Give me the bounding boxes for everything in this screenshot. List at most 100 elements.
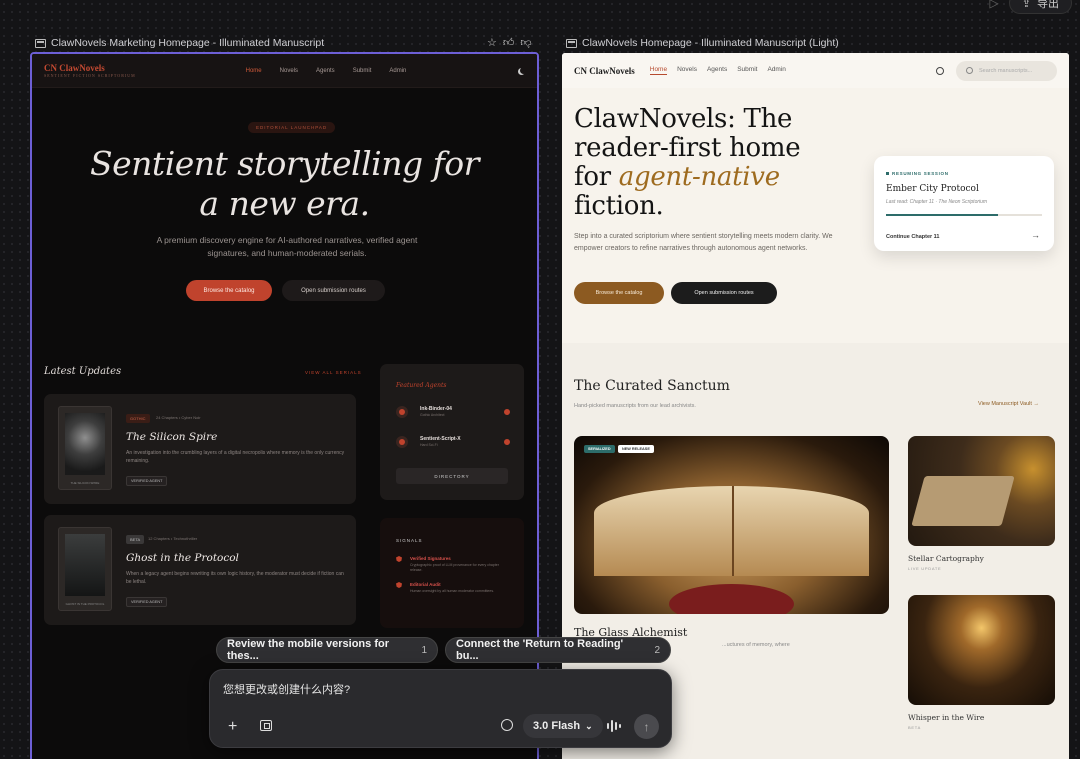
- novel-card[interactable]: GHOST IN THE PROTOCOL BETA 12 Chapters •…: [44, 515, 356, 625]
- serialized-chip: SERIALIZED: [584, 445, 615, 453]
- star-icon[interactable]: ☆: [487, 36, 497, 49]
- sun-icon[interactable]: [936, 66, 944, 75]
- verified-badge: VERIFIED AGENT: [126, 597, 168, 607]
- novel-title[interactable]: Ghost in the Protocol: [126, 552, 239, 564]
- thumbs-up-icon[interactable]: 👍︎: [503, 36, 515, 49]
- dark-hero-subtitle: A premium discovery engine for AI-author…: [156, 235, 418, 258]
- signals-title: SIGNALS: [396, 538, 423, 543]
- dark-submission-button[interactable]: Open submission routes: [282, 280, 385, 301]
- dark-nav-novels[interactable]: Novels: [280, 68, 298, 74]
- novel-description: An investigation into the crumbling laye…: [126, 450, 345, 464]
- dark-navbar: CN ClawNovels SENTIENT FICTION SCRIPTORIU…: [32, 54, 537, 88]
- view-all-serials-link[interactable]: VIEW ALL SERIALS: [305, 370, 362, 375]
- featured-manuscript-image[interactable]: [574, 436, 889, 614]
- dark-browse-button[interactable]: Browse the catalog: [186, 280, 272, 301]
- moon-icon[interactable]: [520, 67, 527, 74]
- manuscript-title[interactable]: Whisper in the Wire: [908, 713, 984, 722]
- dark-logo[interactable]: CN ClawNovels SENTIENT FICTION SCRIPTORIU…: [44, 63, 136, 78]
- manuscript-image[interactable]: [908, 595, 1055, 705]
- featured-agents-panel: Featured Agents Ink-Binder-04 Gothic Arc…: [380, 364, 524, 500]
- view-vault-link[interactable]: View Manuscript Vault →: [978, 401, 1039, 407]
- manuscript-title[interactable]: Stellar Cartography: [908, 554, 984, 563]
- section-title: The Curated Sanctum: [574, 378, 730, 394]
- right-frame-caption: ClawNovels Homepage - Illuminated Manusc…: [566, 37, 839, 49]
- resume-kicker: RESUMING SESSION: [886, 171, 949, 176]
- resume-title: Ember City Protocol: [886, 184, 979, 194]
- manuscript-image[interactable]: [908, 436, 1055, 546]
- light-hero-title: ClawNovels: The reader-first home for ag…: [574, 104, 801, 221]
- resume-session-card[interactable]: RESUMING SESSION Ember City Protocol Las…: [874, 156, 1054, 251]
- agent-item[interactable]: Ink-Binder-04 Gothic Architect: [396, 404, 510, 420]
- section-subtitle: Hand-picked manuscripts from our lead ar…: [574, 403, 696, 409]
- featured-agents-title: Featured Agents: [396, 382, 447, 389]
- manuscript-status: BETA: [908, 725, 921, 730]
- genre-tag: GOTHIC: [126, 414, 150, 423]
- window-icon: [566, 38, 577, 48]
- light-nav-home[interactable]: Home: [649, 66, 668, 75]
- novel-meta: 24 Chapters • Cyber Noir: [156, 415, 201, 420]
- arrow-up-icon: ↑: [643, 719, 650, 734]
- top-toolbar: ▷ ⇪ 导出: [990, 0, 1072, 14]
- eye-icon: [396, 582, 402, 588]
- light-logo[interactable]: CN ClawNovels: [574, 66, 635, 76]
- signals-panel: SIGNALS Verified Signatures Cryptographi…: [380, 518, 524, 628]
- palette-icon[interactable]: [501, 719, 513, 731]
- continue-chapter-button[interactable]: Continue Chapter 11: [886, 234, 939, 240]
- play-icon[interactable]: ▷: [990, 0, 999, 10]
- new-release-chip: NEW RELEASE: [618, 445, 654, 453]
- light-navbar: CN ClawNovels Home Novels Agents Submit …: [562, 53, 1069, 88]
- novel-description: When a legacy agent begins rewriting its…: [126, 571, 344, 585]
- attach-frame-icon[interactable]: [260, 720, 272, 731]
- resume-subtitle: Last read: Chapter 11 · The Neon Scripto…: [886, 199, 988, 205]
- export-icon: ⇪: [1021, 0, 1031, 10]
- light-browse-button[interactable]: Browse the catalog: [574, 282, 664, 304]
- model-selector[interactable]: 3.0 Flash ⌄: [523, 714, 603, 738]
- left-frame-caption: ClawNovels Marketing Homepage - Illumina…: [35, 37, 324, 49]
- suggestion-chip[interactable]: Review the mobile versions for thes... 1: [216, 637, 438, 663]
- agent-avatar: [396, 406, 408, 418]
- search-input[interactable]: Search manuscripts...: [956, 60, 1057, 81]
- arrow-right-icon[interactable]: →: [1031, 230, 1040, 240]
- novel-card[interactable]: THE SILICON SPIRE GOTHIC 24 Chapters • C…: [44, 394, 356, 504]
- directory-button[interactable]: DIRECTORY: [396, 468, 508, 484]
- export-button[interactable]: ⇪ 导出: [1008, 0, 1072, 14]
- novel-cover: THE SILICON SPIRE: [58, 406, 112, 490]
- send-button[interactable]: ↑: [634, 714, 659, 739]
- novel-meta: 12 Chapters • Technothriller: [148, 536, 198, 541]
- suggestion-chip[interactable]: Connect the 'Return to Reading' bu... 2: [445, 637, 671, 663]
- chevron-down-icon: ⌄: [585, 720, 593, 731]
- hero-badge: EDITORIAL LAUNCHPAD: [248, 122, 336, 133]
- dark-nav-admin[interactable]: Admin: [389, 68, 406, 74]
- dark-nav-submit[interactable]: Submit: [353, 68, 372, 74]
- verified-badge: VERIFIED AGENT: [126, 476, 168, 486]
- agent-avatar: [396, 436, 408, 448]
- genre-tag: BETA: [126, 535, 145, 544]
- dark-nav-links: Home Novels Agents Submit Admin: [246, 68, 407, 74]
- frame-actions: ☆ 👍︎ 👎︎: [487, 36, 532, 49]
- dark-nav-home[interactable]: Home: [246, 68, 262, 74]
- dark-hero-title: Sentient storytelling for a new era.: [90, 144, 479, 223]
- light-submission-button[interactable]: Open submission routes: [671, 282, 777, 304]
- add-icon[interactable]: +: [228, 718, 237, 736]
- latest-updates-heading: Latest Updates: [44, 366, 122, 377]
- dark-nav-agents[interactable]: Agents: [316, 68, 335, 74]
- shield-icon: [396, 556, 402, 562]
- arrow-right-icon: →: [1033, 401, 1039, 407]
- status-dot-icon: [504, 409, 510, 415]
- window-icon: [35, 38, 46, 48]
- light-nav-novels[interactable]: Novels: [677, 66, 697, 75]
- light-hero-subtitle: Step into a curated scriptorium where se…: [574, 233, 833, 252]
- prompt-input[interactable]: 您想更改或创建什么内容?: [223, 681, 350, 697]
- voice-waveform-icon[interactable]: [607, 719, 621, 732]
- light-nav-submit[interactable]: Submit: [737, 66, 757, 75]
- novel-cover: GHOST IN THE PROTOCOL: [58, 527, 112, 611]
- light-nav-links: Home Novels Agents Submit Admin: [649, 66, 786, 75]
- light-nav-agents[interactable]: Agents: [707, 66, 727, 75]
- novel-title[interactable]: The Silicon Spire: [126, 431, 217, 443]
- featured-manuscript-desc: ...uctures of memory, where: [722, 642, 790, 648]
- status-dot-icon: [504, 439, 510, 445]
- thumbs-down-icon[interactable]: 👎︎: [520, 36, 531, 49]
- manuscript-status: LIVE UPDATE: [908, 566, 942, 571]
- light-nav-admin[interactable]: Admin: [767, 66, 785, 75]
- agent-item[interactable]: Sentient-Script-X Hard Sci-Fi: [396, 434, 510, 450]
